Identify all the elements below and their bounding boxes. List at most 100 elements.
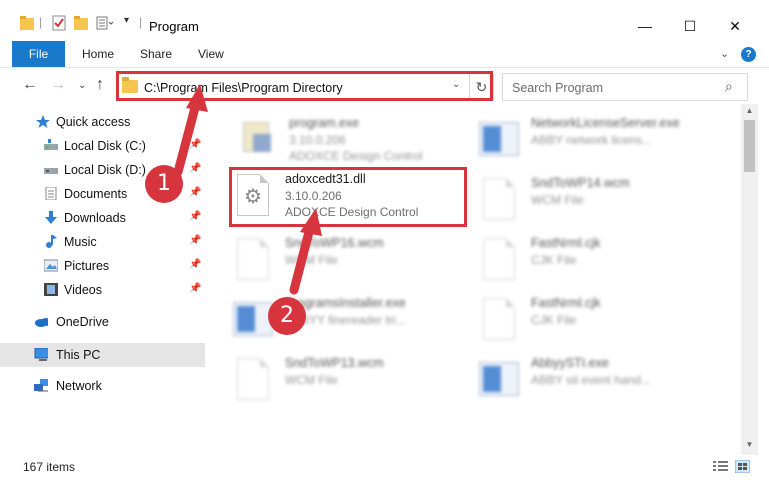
file-description: ABBY network licens...: [531, 133, 653, 147]
new-folder-icon[interactable]: [74, 15, 88, 31]
sidebar-item-downloads[interactable]: Downloads 📌: [0, 207, 205, 229]
step-marker-2: 2: [268, 297, 306, 335]
file-highlight-box: [229, 167, 467, 227]
sidebar-item-label: Network: [56, 379, 102, 393]
document-icon: [233, 236, 275, 282]
search-box[interactable]: Search Program ⌕: [502, 73, 748, 101]
pin-icon[interactable]: 📌: [189, 211, 201, 222]
sidebar-item-label: This PC: [56, 348, 101, 362]
view-options-icon[interactable]: [96, 15, 114, 31]
separator: |: [39, 15, 43, 29]
details-view-icon[interactable]: [713, 460, 728, 473]
drive-icon: [44, 168, 58, 174]
documents-icon: [45, 187, 57, 200]
vertical-scrollbar[interactable]: ▲ ▼: [741, 104, 758, 455]
properties-icon[interactable]: [52, 15, 66, 31]
sidebar-item-local-disk-c[interactable]: Local Disk (C:) 📌: [0, 135, 205, 157]
forward-button[interactable]: →: [50, 76, 66, 94]
sidebar-item-quick-access[interactable]: Quick access: [0, 111, 205, 133]
status-bar: 167 items: [0, 455, 769, 489]
download-icon: [45, 211, 57, 224]
tab-share[interactable]: Share: [140, 41, 172, 67]
file-type: WCM File: [531, 193, 584, 207]
scrollbar-thumb[interactable]: [744, 120, 755, 172]
pin-icon[interactable]: 📌: [189, 235, 201, 246]
file-type: CJK File: [531, 313, 577, 327]
document-icon: [479, 236, 521, 282]
sidebar-item-label: Music: [64, 235, 97, 249]
sidebar-item-this-pc[interactable]: This PC: [0, 343, 205, 367]
file-name: SndToWP13.wcm: [285, 356, 384, 370]
file-list: program.exe 3.10.0.206 ADOXCE Design Con…: [207, 104, 741, 455]
sidebar-item-pictures[interactable]: Pictures 📌: [0, 255, 205, 277]
network-icon: [34, 379, 48, 392]
file-name: FastNrml.cjk: [531, 236, 601, 250]
sidebar-item-label: Quick access: [56, 115, 131, 129]
file-name: program.exe: [289, 116, 360, 130]
tab-view[interactable]: View: [198, 41, 224, 67]
sidebar-item-label: Local Disk (D:): [64, 163, 146, 177]
sidebar-item-label: OneDrive: [56, 315, 109, 329]
pin-icon[interactable]: 📌: [189, 259, 201, 270]
drive-icon: [44, 139, 58, 150]
file-item[interactable]: SndToWP13.wcm WCM File: [233, 352, 473, 408]
file-item[interactable]: SndToWP14.wcm WCM File: [479, 172, 719, 228]
maximize-button[interactable]: ☐: [670, 12, 710, 40]
help-icon[interactable]: ?: [741, 47, 756, 62]
tab-home[interactable]: Home: [82, 41, 114, 67]
sidebar-item-label: Videos: [64, 283, 102, 297]
sidebar-item-label: Pictures: [64, 259, 110, 273]
separator: |: [139, 15, 143, 29]
app-file-icon: [479, 356, 521, 402]
pin-icon[interactable]: 📌: [189, 139, 201, 150]
document-icon: [233, 356, 275, 402]
up-button[interactable]: ↑: [96, 76, 104, 94]
star-icon: [36, 115, 50, 128]
folder-icon[interactable]: [20, 15, 34, 31]
tab-file[interactable]: File: [12, 41, 65, 67]
file-version: 3.10.0.206: [289, 133, 346, 147]
file-item[interactable]: FastNrml.cjk CJK File: [479, 292, 719, 348]
scroll-up-icon[interactable]: ▲: [741, 106, 758, 115]
file-name: SndToWP16.wcm: [285, 236, 384, 250]
sidebar-item-network[interactable]: Network: [0, 375, 205, 397]
file-item[interactable]: FastNrml.cjk CJK File: [479, 232, 719, 288]
expand-ribbon-icon[interactable]: ⌄: [720, 47, 729, 60]
app-file-icon: [479, 116, 521, 162]
pin-icon[interactable]: 📌: [189, 187, 201, 198]
sidebar-item-label: Downloads: [64, 211, 126, 225]
recent-locations-button[interactable]: ⌄: [78, 80, 86, 91]
navigation-bar: ← → ⌄ ↑ C:\Program Files\Program Directo…: [0, 68, 769, 104]
pictures-icon: [44, 259, 58, 272]
file-name: AbbyySTI.exe: [531, 356, 609, 370]
file-item[interactable]: AbbyySTI.exe ABBY sti event hand...: [479, 352, 719, 408]
scroll-down-icon[interactable]: ▼: [741, 440, 758, 449]
window-title: Program: [149, 19, 199, 34]
address-highlight-box: [116, 71, 493, 101]
file-item[interactable]: NetworkLicenseServer.exe ABBY network li…: [479, 112, 719, 168]
title-bar: | ▾ | Program — ☐ ✕: [0, 0, 769, 40]
pin-icon[interactable]: 📌: [189, 283, 201, 294]
exe-file-icon: [237, 116, 279, 162]
document-icon: [479, 176, 521, 222]
back-button[interactable]: ←: [22, 76, 38, 94]
sidebar-item-videos[interactable]: Videos 📌: [0, 279, 205, 301]
customize-toolbar-icon[interactable]: ▾: [124, 15, 129, 31]
file-item[interactable]: SndToWP16.wcm WCM File: [233, 232, 473, 288]
ribbon: File Home Share View ⌄ ?: [0, 40, 769, 68]
file-name: FastNrml.cjk: [531, 296, 601, 310]
minimize-button[interactable]: —: [625, 12, 665, 40]
search-placeholder: Search Program: [512, 81, 604, 95]
onedrive-icon: [35, 318, 48, 327]
close-button[interactable]: ✕: [715, 12, 755, 40]
pc-icon: [34, 348, 48, 361]
large-icons-view-icon[interactable]: [735, 460, 750, 473]
item-count: 167 items: [23, 460, 76, 474]
file-name: NetworkLicenseServer.exe: [531, 116, 680, 130]
file-type: CJK File: [531, 253, 577, 267]
search-icon[interactable]: ⌕: [725, 78, 733, 95]
file-item[interactable]: program.exe 3.10.0.206 ADOXCE Design Con…: [237, 112, 477, 168]
sidebar-item-music[interactable]: Music 📌: [0, 231, 205, 253]
sidebar-item-onedrive[interactable]: OneDrive: [0, 311, 205, 333]
pin-icon[interactable]: 📌: [189, 163, 201, 174]
